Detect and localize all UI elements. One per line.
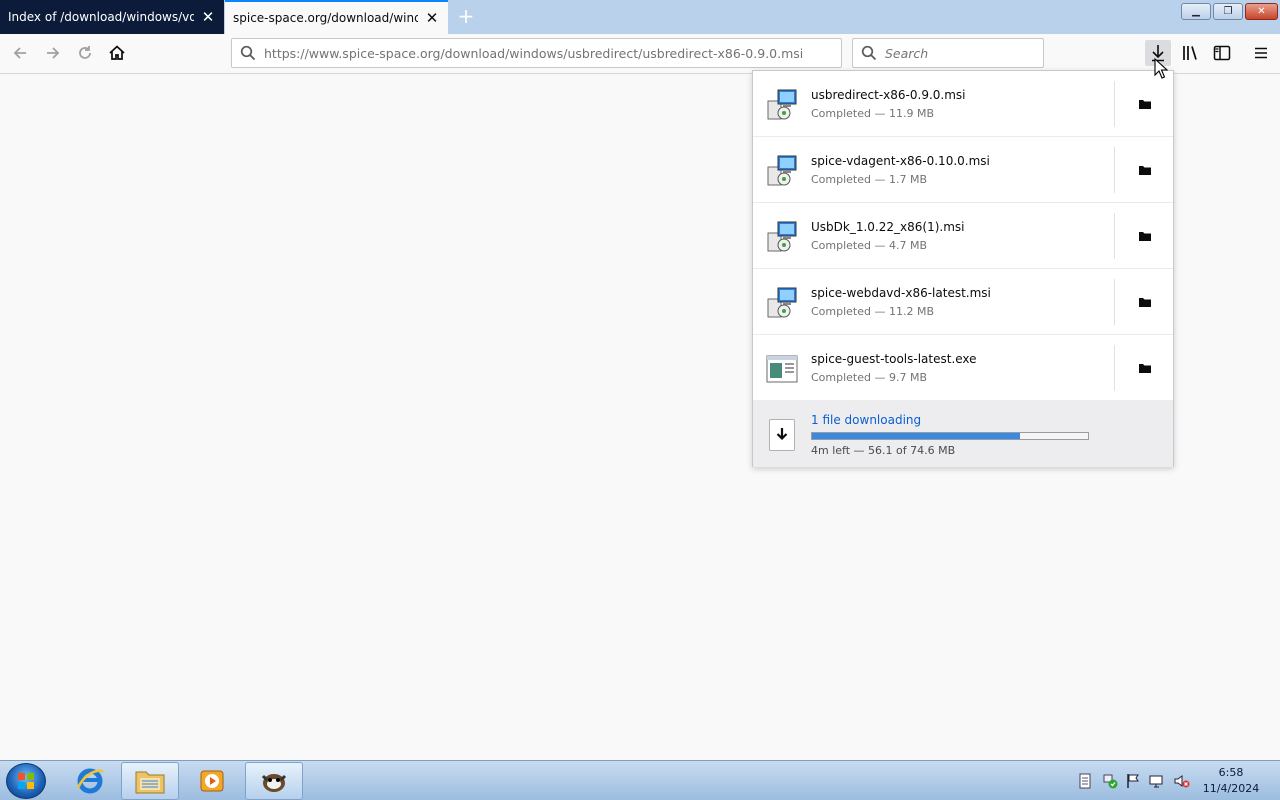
sidebar-button[interactable] [1209,40,1235,66]
folder-icon [1139,364,1151,373]
folder-icon [1139,298,1151,307]
menu-button[interactable] [1248,40,1274,66]
volume-muted-icon[interactable] [1174,773,1190,789]
download-filename: UsbDk_1.0.22_x86(1).msi [811,220,965,234]
new-tab-button[interactable]: + [454,4,478,28]
library-icon [1183,46,1197,60]
download-progress-details: 4m left — 56.1 of 74.6 MB [811,444,956,457]
download-status: Completed — 11.2 MB [811,305,935,318]
taskbar-firefox[interactable] [245,762,303,800]
start-button[interactable] [6,763,46,799]
progress-fill [812,433,1020,439]
restore-icon: ❐ [1223,6,1233,17]
network-icon[interactable] [1102,773,1118,789]
document-icon[interactable] [1078,773,1092,789]
media-player-icon [200,770,224,792]
search-input[interactable] [885,45,1043,61]
reload-icon [79,46,91,59]
library-button[interactable] [1177,40,1203,66]
file-explorer-icon [135,771,165,794]
tab-title: Index of /download/windows/vdagent [8,10,194,24]
back-arrow-icon [13,47,26,59]
sidebar-icon [1213,45,1231,61]
clock[interactable]: 6:58 11/4/2024 [1200,765,1262,797]
tab-vdagent-index[interactable]: Index of /download/windows/vdagent ✕ [0,0,224,34]
downloads-summary[interactable]: 1 file downloading 4m left — 56.1 of 74.… [753,401,1173,467]
folder-icon [1139,100,1151,109]
downloading-count-label: 1 file downloading [811,413,922,427]
download-status: Completed — 1.7 MB [811,173,928,186]
close-tab-icon[interactable]: ✕ [200,8,216,26]
download-item[interactable]: spice-vdagent-x86-0.10.0.msi Completed —… [753,137,1173,203]
url-bar[interactable] [231,38,842,68]
download-item[interactable]: spice-guest-tools-latest.exe Completed —… [753,335,1173,401]
firefox-icon [261,774,287,792]
search-bar[interactable] [852,38,1044,68]
download-summary-icon [769,419,795,451]
tab-usbredirect[interactable]: spice-space.org/download/windows/usbredi… [225,0,448,34]
download-filename: spice-webdavd-x86-latest.msi [811,286,991,300]
reload-button[interactable] [70,38,100,68]
navigation-toolbar [0,34,1280,74]
taskbar-media-player[interactable] [183,762,241,800]
download-progress-bar [811,432,1089,440]
download-item[interactable]: usbredirect-x86-0.9.0.msi Completed — 11… [753,71,1173,137]
show-in-folder-button[interactable] [1115,203,1175,269]
show-in-folder-button[interactable] [1115,71,1175,137]
home-button[interactable] [102,38,132,68]
restore-button[interactable]: ❐ [1213,3,1243,20]
msi-installer-icon [767,155,797,186]
taskbar-internet-explorer[interactable] [61,762,119,800]
back-button[interactable] [5,38,35,68]
download-status: Completed — 11.9 MB [811,107,935,120]
download-item[interactable]: spice-webdavd-x86-latest.msi Completed —… [753,269,1173,335]
msi-installer-icon [767,89,797,120]
forward-arrow-icon [47,47,60,59]
url-input[interactable] [264,45,841,61]
minimize-icon: ▁ [1192,6,1200,17]
msi-installer-icon [767,221,797,252]
hamburger-menu-icon [1255,47,1267,59]
folder-icon [1139,166,1151,175]
clock-date: 11/4/2024 [1202,782,1260,795]
download-filename: spice-guest-tools-latest.exe [811,352,977,366]
download-filename: usbredirect-x86-0.9.0.msi [811,88,966,102]
close-window-button[interactable]: ✕ [1245,3,1278,20]
folder-icon [1139,232,1151,241]
show-in-folder-button[interactable] [1115,335,1175,401]
downloads-panel: usbredirect-x86-0.9.0.msi Completed — 11… [752,70,1174,467]
close-tab-icon[interactable]: ✕ [424,9,440,27]
search-icon [240,45,256,61]
download-filename: spice-vdagent-x86-0.10.0.msi [811,154,990,168]
msi-installer-icon [767,287,797,318]
monitor-icon[interactable] [1149,773,1165,789]
download-item[interactable]: UsbDk_1.0.22_x86(1).msi Completed — 4.7 … [753,203,1173,269]
forward-button[interactable] [38,38,68,68]
minimize-button[interactable]: ▁ [1181,3,1211,20]
clock-time: 6:58 [1218,766,1244,779]
tab-title: spice-space.org/download/windows/usbredi… [233,11,418,25]
search-icon [861,45,877,61]
system-tray [1078,761,1190,800]
taskbar-file-explorer[interactable] [121,762,179,800]
show-in-folder-button[interactable] [1115,137,1175,203]
home-icon [109,45,125,60]
close-icon: ✕ [1257,6,1266,17]
flag-icon[interactable] [1126,773,1140,789]
windows-logo-icon [18,773,34,789]
download-status: Completed — 4.7 MB [811,239,928,252]
internet-explorer-icon [76,768,104,794]
show-in-folder-button[interactable] [1115,269,1175,335]
tab-strip: Index of /download/windows/vdagent ✕ spi… [0,0,1280,34]
download-status: Completed — 9.7 MB [811,371,928,384]
mouse-cursor-icon [1154,58,1168,79]
exe-application-icon [766,355,798,383]
taskbar: 6:58 11/4/2024 [0,760,1280,800]
